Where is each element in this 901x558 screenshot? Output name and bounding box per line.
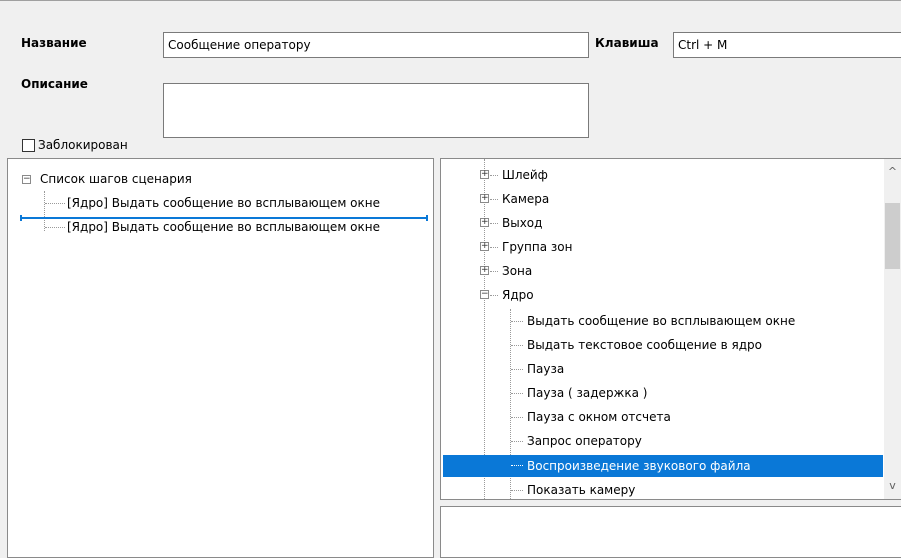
expand-icon[interactable]: + [480, 194, 489, 203]
tree-connector [511, 490, 523, 491]
action-item[interactable]: Запрос оператору [527, 429, 642, 453]
group-zone-group[interactable]: Группа зон [502, 235, 572, 259]
window-top-border [0, 0, 901, 1]
name-input[interactable]: Сообщение оператору [163, 32, 589, 58]
group-core[interactable]: Ядро [502, 283, 534, 307]
hotkey-input[interactable]: Ctrl + M [673, 32, 901, 58]
tree-connector [511, 321, 523, 322]
tree-connector [511, 345, 523, 346]
description-label: Описание [21, 77, 88, 91]
expand-icon[interactable]: + [480, 170, 489, 179]
step-item[interactable]: [Ядро] Выдать сообщение во всплывающем о… [67, 191, 380, 215]
tree-connector [511, 369, 523, 370]
actions-tree-panel[interactable]: + Шлейф + Камера + Выход + Группа зон + … [440, 158, 901, 500]
action-item[interactable]: Пауза [527, 357, 564, 381]
tree-connector [490, 295, 498, 296]
scroll-up-icon[interactable]: ^ [884, 165, 901, 178]
tree-connector [490, 223, 498, 224]
step-item[interactable]: [Ядро] Выдать сообщение во всплывающем о… [67, 215, 380, 239]
name-label: Название [21, 36, 87, 50]
tree-connector [45, 203, 65, 204]
key-label: Клавиша [595, 36, 659, 50]
tree-connector [511, 393, 523, 394]
scrollbar-thumb[interactable] [885, 203, 900, 269]
blocked-label: Заблокирован [38, 138, 128, 152]
details-panel [440, 506, 901, 558]
tree-connector [511, 441, 523, 442]
tree-connector [45, 227, 65, 228]
expand-icon[interactable]: + [480, 266, 489, 275]
group-zone[interactable]: Зона [502, 259, 532, 283]
action-item-selected[interactable]: Воспроизведение звукового файла [527, 454, 751, 478]
tree-connector [490, 199, 498, 200]
tree-connector [511, 465, 523, 466]
tree-connector [44, 191, 45, 231]
collapse-icon[interactable]: − [480, 290, 489, 299]
steps-tree-panel[interactable]: − Список шагов сценария [Ядро] Выдать со… [7, 158, 434, 558]
collapse-icon[interactable]: − [22, 175, 31, 184]
tree-connector [490, 175, 498, 176]
tree-connector [484, 159, 485, 499]
drop-marker-left [20, 215, 22, 221]
tree-connector [490, 247, 498, 248]
group-camera[interactable]: Камера [502, 187, 549, 211]
action-item[interactable]: Пауза ( задержка ) [527, 381, 647, 405]
steps-root[interactable]: Список шагов сценария [40, 167, 192, 191]
action-item[interactable]: Показать камеру [527, 478, 635, 499]
expand-icon[interactable]: + [480, 242, 489, 251]
blocked-checkbox[interactable] [22, 139, 35, 152]
vertical-scrollbar[interactable]: ^ v [884, 159, 901, 499]
drop-marker-right [426, 215, 428, 221]
expand-icon[interactable]: + [480, 218, 489, 227]
action-item[interactable]: Выдать текстовое сообщение в ядро [527, 333, 762, 357]
action-item[interactable]: Выдать сообщение во всплывающем окне [527, 309, 795, 333]
scroll-down-icon[interactable]: v [884, 479, 901, 492]
action-item[interactable]: Пауза с окном отсчета [527, 405, 671, 429]
description-input[interactable] [163, 83, 589, 138]
tree-connector [490, 271, 498, 272]
group-loop[interactable]: Шлейф [502, 163, 548, 187]
group-output[interactable]: Выход [502, 211, 542, 235]
tree-connector [511, 417, 523, 418]
